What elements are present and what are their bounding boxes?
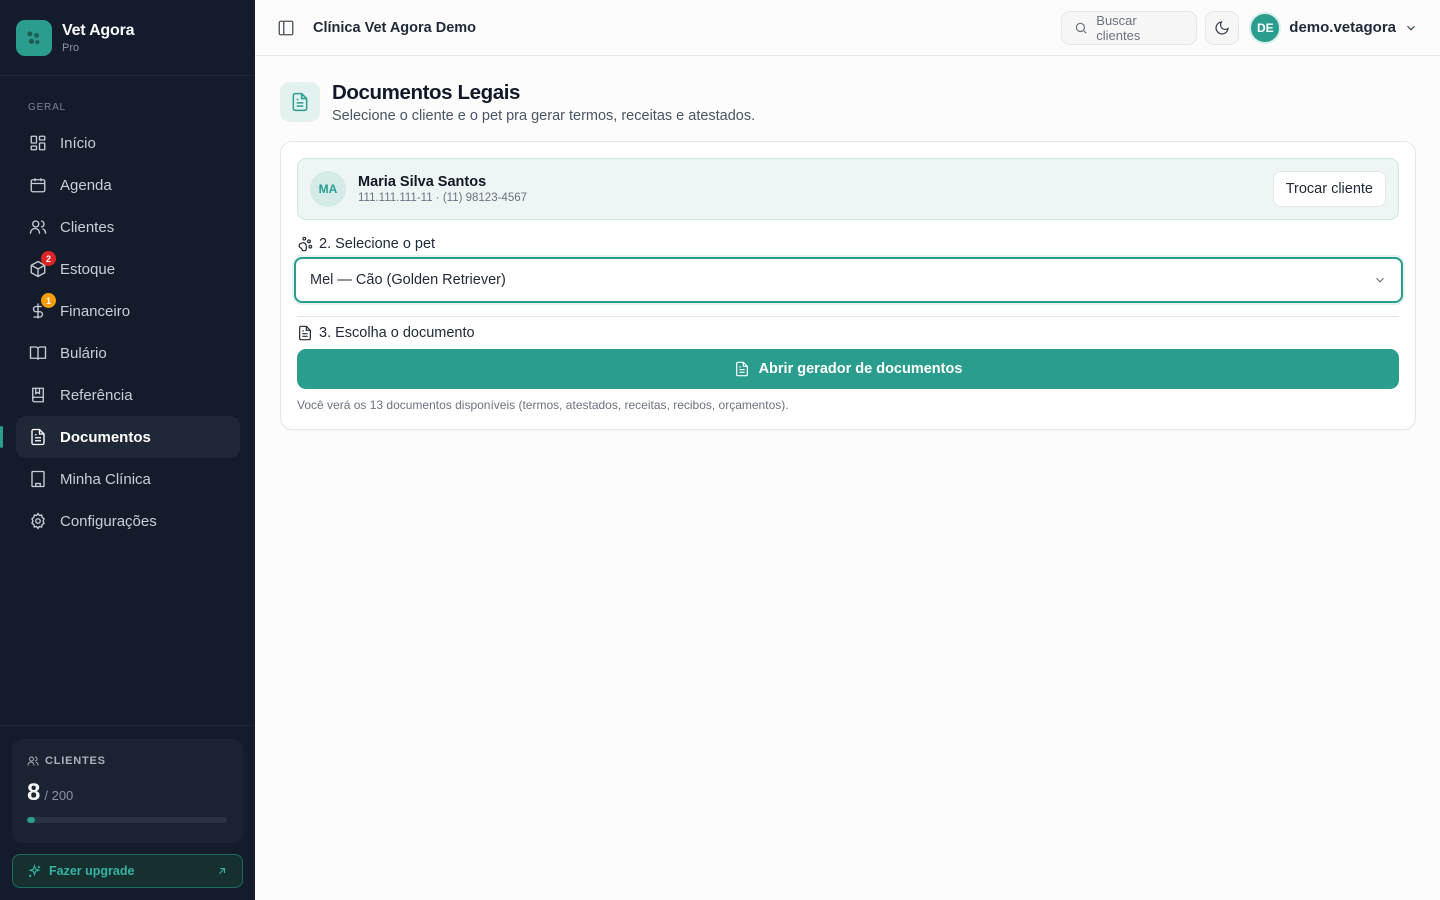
clients-usage-count: 8 / 200 — [27, 779, 228, 807]
client-name: Maria Silva Santos — [358, 174, 487, 190]
topbar: Clínica Vet Agora Demo Buscar clientes D… — [255, 0, 1440, 56]
chevron-down-icon[interactable] — [1404, 21, 1418, 35]
sidebar-item-label: Configurações — [60, 512, 157, 530]
package-icon: 2 — [28, 251, 56, 279]
sidebar-item-agenda[interactable]: Agenda — [16, 164, 240, 206]
open-document-generator-button[interactable]: Abrir gerador de documentos — [297, 349, 1399, 389]
sidebar-item-label: Documentos — [60, 428, 151, 446]
document-form-card: MA Maria Silva Santos 111.111.111-11 · (… — [280, 141, 1416, 430]
grid-icon — [28, 133, 48, 153]
book-open-icon — [28, 343, 48, 363]
sidebar-item-label: Minha Clínica — [60, 470, 151, 488]
clients-usage-header: CLIENTES — [27, 755, 228, 767]
arrow-up-right-icon — [219, 867, 226, 874]
file-text-icon — [28, 427, 48, 447]
sidebar-item-estoque[interactable]: 2 Estoque — [16, 248, 240, 290]
sidebar-item-bulario[interactable]: Bulário — [16, 332, 240, 374]
dollar-icon: 1 — [28, 293, 56, 321]
sidebar-item-minha-clinica[interactable]: Minha Clínica — [16, 458, 240, 500]
divider — [297, 316, 1399, 317]
clients-count-value: 8 — [27, 779, 41, 806]
search-icon — [1076, 22, 1087, 34]
pet-select-value: Mel — Cão (Golden Retriever) — [310, 272, 506, 288]
page-subtitle: Selecione o cliente e o pet pra gerar te… — [332, 108, 756, 124]
book-icon — [28, 385, 48, 405]
clients-usage-card: CLIENTES 8 / 200 — [12, 739, 243, 843]
nav-section-label: GERAL — [28, 102, 66, 113]
chevron-down-icon — [1373, 273, 1387, 287]
search-input[interactable]: Buscar clientes — [1061, 10, 1198, 45]
user-avatar[interactable]: DE — [1249, 11, 1282, 44]
sidebar-item-label: Financeiro — [60, 302, 131, 320]
moon-icon — [1215, 20, 1230, 35]
file-text-icon — [734, 361, 750, 377]
calendar-icon — [28, 175, 48, 195]
sidebar-toggle-icon[interactable] — [277, 19, 295, 37]
sidebar-item-label: Referência — [60, 386, 133, 404]
gear-icon — [28, 511, 48, 531]
brand[interactable]: Vet Agora Pro — [0, 0, 255, 76]
users-icon — [28, 217, 48, 237]
pet-step-label: 2. Selecione o pet — [297, 236, 435, 252]
upgrade-label: Fazer upgrade — [49, 864, 135, 878]
sidebar-item-label: Início — [60, 134, 96, 152]
sidebar-item-configuracoes[interactable]: Configurações — [16, 500, 240, 542]
sidebar-item-inicio[interactable]: Início — [16, 122, 240, 164]
brand-name: Vet Agora — [62, 21, 135, 39]
paw-icon — [297, 236, 313, 252]
client-avatar: MA — [310, 171, 346, 207]
sidebar-item-label: Clientes — [60, 218, 115, 236]
clients-usage-label: CLIENTES — [45, 755, 106, 767]
clients-count-limit: / 200 — [44, 788, 74, 803]
sidebar-item-clientes[interactable]: Clientes — [16, 206, 240, 248]
brand-plan: Pro — [62, 41, 80, 54]
open-document-generator-label: Abrir gerador de documentos — [758, 361, 963, 377]
file-text-icon — [297, 325, 313, 341]
pet-select[interactable]: Mel — Cão (Golden Retriever) — [294, 257, 1403, 303]
users-icon — [27, 756, 39, 766]
upgrade-button[interactable]: Fazer upgrade — [12, 854, 243, 888]
sidebar-item-label: Estoque — [60, 260, 116, 278]
pet-step-text: 2. Selecione o pet — [319, 236, 436, 252]
clinic-name: Clínica Vet Agora Demo — [313, 19, 477, 36]
financeiro-badge: 1 — [41, 293, 56, 308]
user-menu-name[interactable]: demo.vetagora — [1289, 19, 1396, 36]
sidebar-item-documentos[interactable]: Documentos — [0, 416, 240, 458]
page-title: Documentos Legais — [332, 81, 520, 104]
sidebar: Vet Agora Pro GERAL Início Agenda Client… — [0, 0, 255, 900]
sidebar-footer: CLIENTES 8 / 200 Fazer upgrade — [0, 725, 255, 900]
clients-usage-progress — [27, 817, 227, 823]
search-placeholder: Buscar clientes — [1096, 12, 1141, 43]
sidebar-item-label: Agenda — [60, 176, 112, 194]
documents-hint: Você verá os 13 documentos disponíveis (… — [297, 398, 789, 412]
building-icon — [28, 469, 48, 489]
page-header: Documentos Legais Selecione o cliente e … — [280, 82, 755, 124]
sidebar-item-financeiro[interactable]: 1 Financeiro — [16, 290, 240, 332]
client-meta: 111.111.111-11 · (11) 98123-4567 — [358, 192, 528, 204]
selected-client: MA Maria Silva Santos 111.111.111-11 · (… — [297, 158, 1399, 220]
theme-toggle-button[interactable] — [1205, 10, 1240, 45]
sidebar-nav: Início Agenda Clientes 2 Estoque 1 Finan… — [0, 122, 240, 542]
clients-usage-progress-fill — [27, 817, 35, 823]
sidebar-item-referencia[interactable]: Referência — [16, 374, 240, 416]
document-step-label: 3. Escolha o documento — [297, 325, 475, 341]
topbar-actions: Buscar clientes DE demo.vetagora — [1061, 10, 1418, 45]
estoque-badge: 2 — [41, 251, 56, 266]
change-client-button[interactable]: Trocar cliente — [1272, 171, 1386, 207]
file-text-icon — [280, 82, 320, 122]
paw-logo-icon — [16, 19, 52, 56]
sidebar-item-label: Bulário — [60, 344, 107, 362]
document-step-text: 3. Escolha o documento — [319, 325, 475, 341]
sparkles-icon — [28, 863, 41, 877]
